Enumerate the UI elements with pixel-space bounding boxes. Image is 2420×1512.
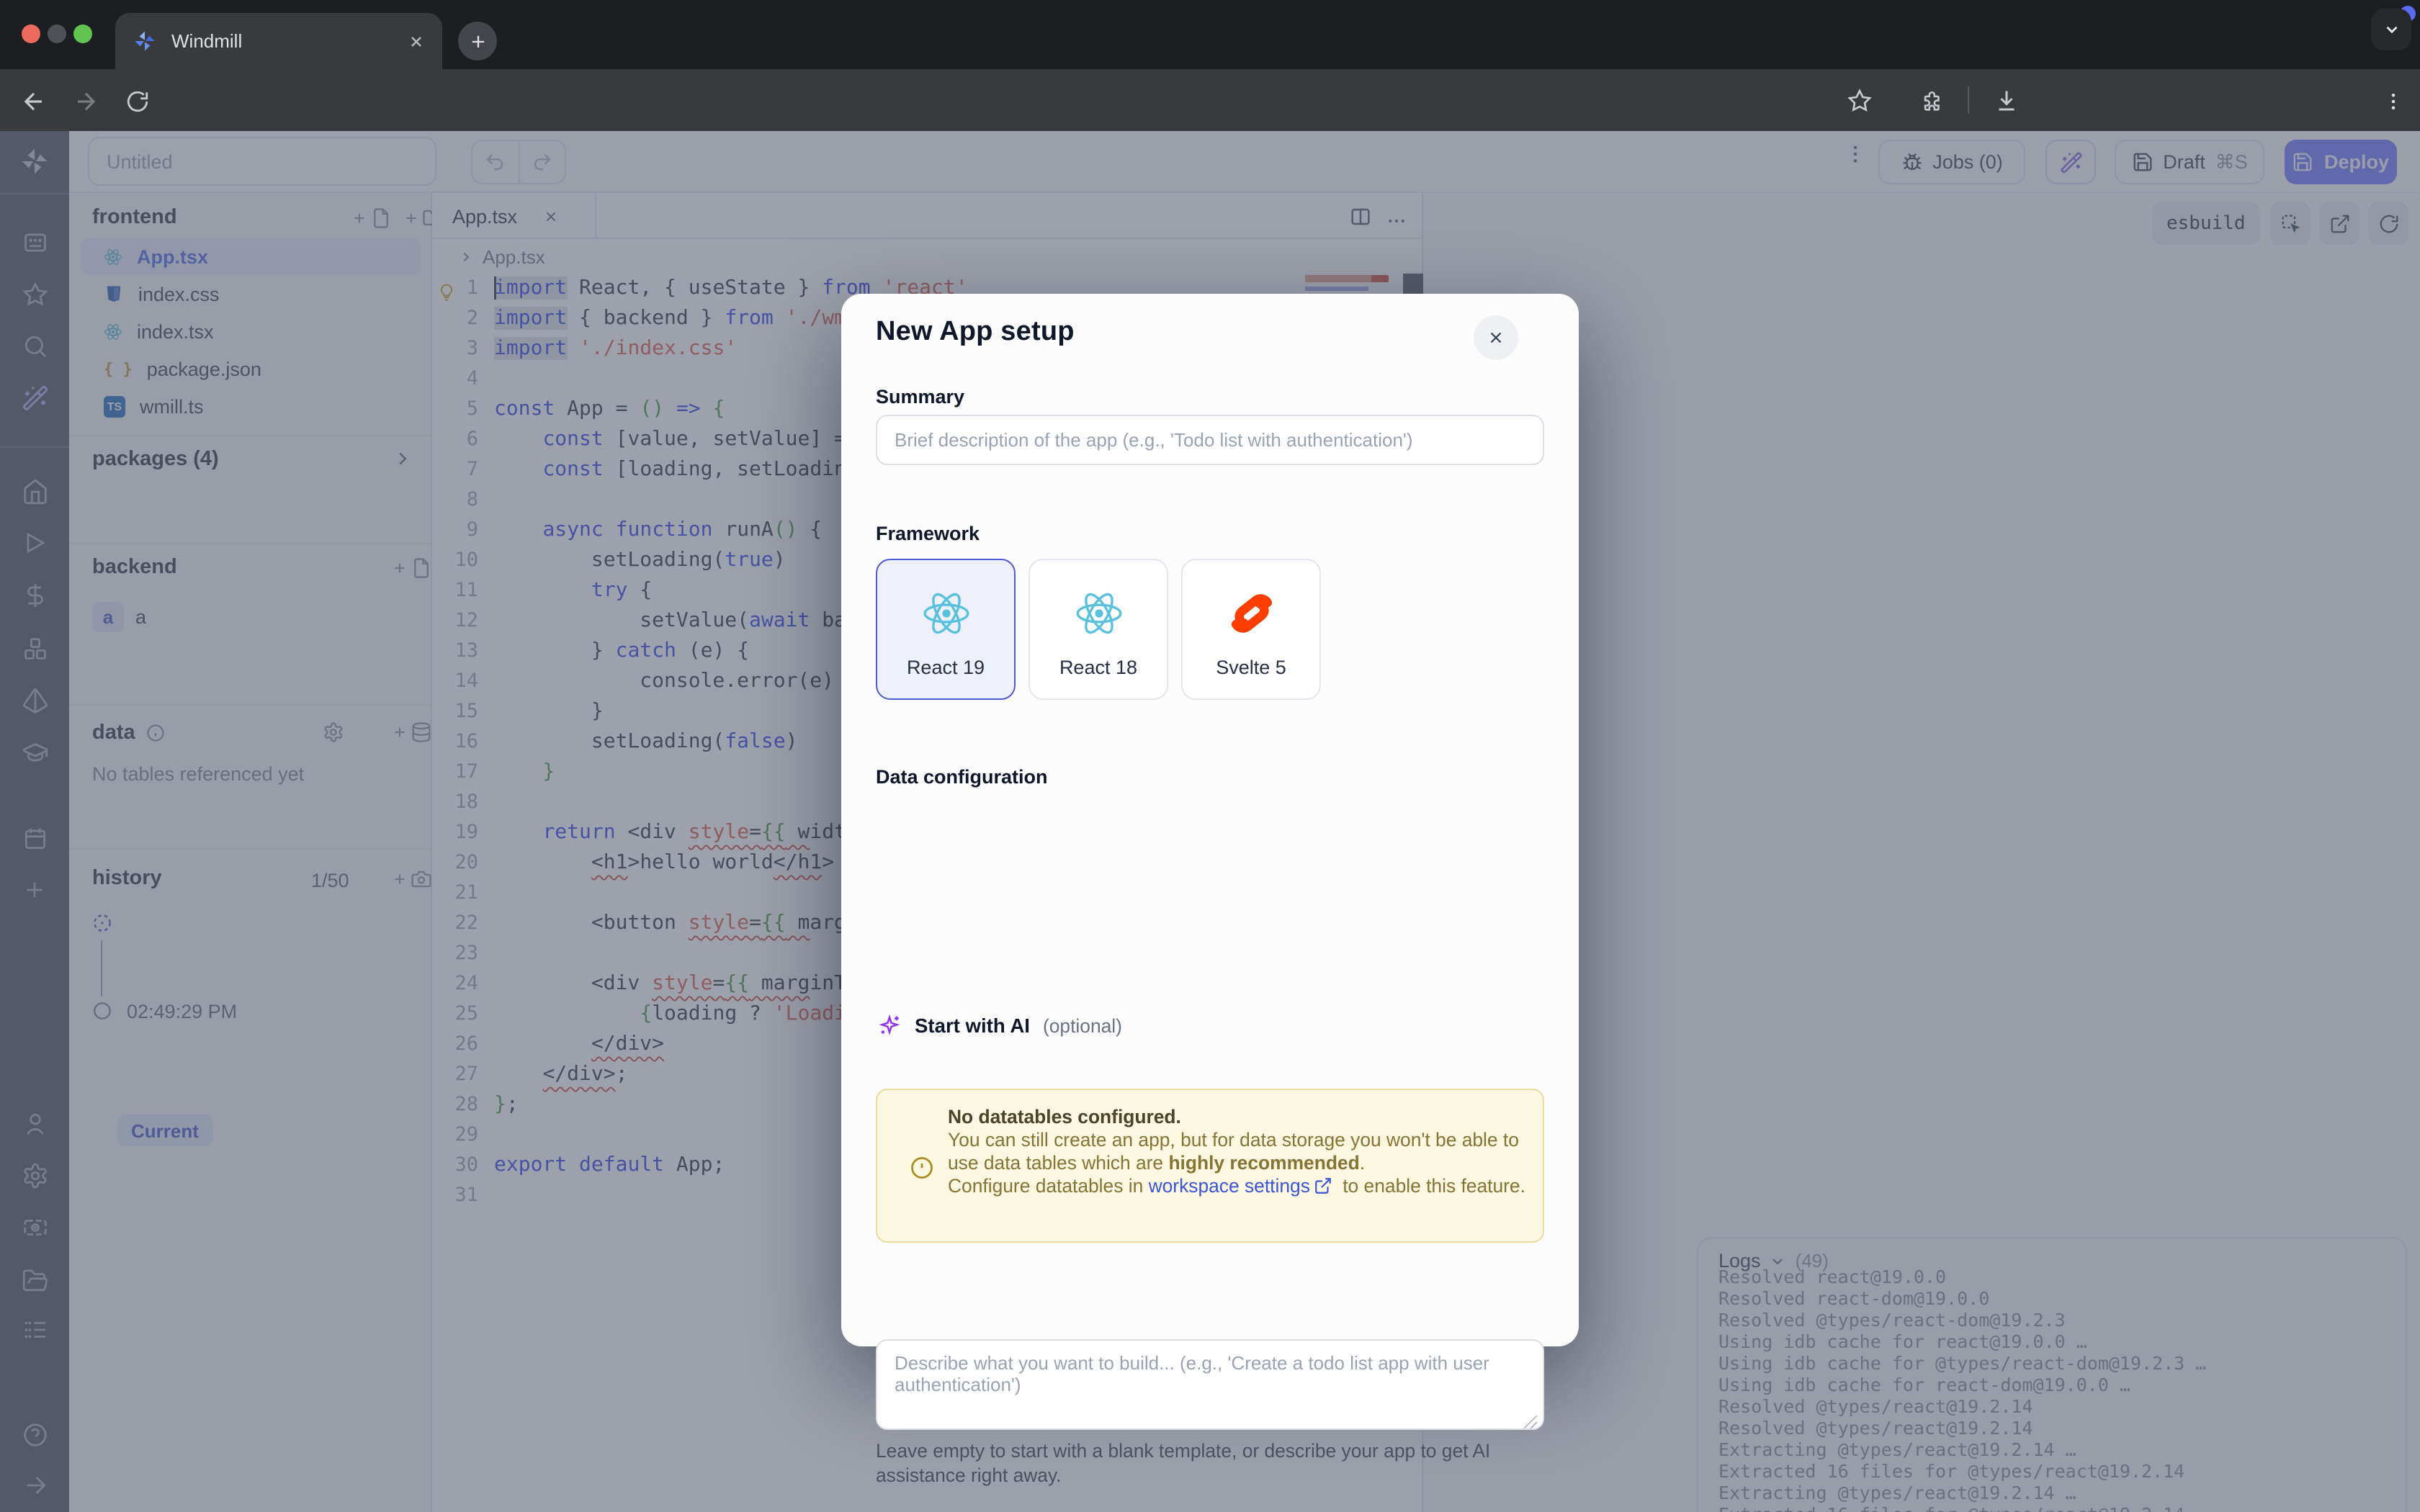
tab-title: Windmill xyxy=(171,30,408,52)
data-configuration-label: Data configuration xyxy=(876,766,1048,788)
new-tab-button[interactable] xyxy=(458,22,497,60)
sparkles-icon xyxy=(877,1014,902,1038)
download-icon xyxy=(1994,88,2020,114)
framework-card-label: Svelte 5 xyxy=(1183,657,1319,678)
framework-card-react-19[interactable]: React 19 xyxy=(876,559,1016,700)
plus-icon xyxy=(467,31,488,51)
downloads-button[interactable] xyxy=(1988,82,2025,120)
warning-line-3: Configure datatables in workspace settin… xyxy=(948,1175,1525,1197)
framework-label: Framework xyxy=(876,523,980,544)
kebab-menu-icon xyxy=(2382,90,2403,112)
reload-icon xyxy=(125,89,149,113)
summary-input[interactable] xyxy=(876,415,1544,465)
toolbar-divider xyxy=(1968,86,1969,114)
forward-button[interactable] xyxy=(66,82,104,120)
circle-alert-icon xyxy=(909,1155,935,1181)
bookmark-button[interactable] xyxy=(1841,82,1878,120)
screen: Windmill xyxy=(0,0,2420,1512)
browser-toolbar: app.windmill.dev/apps_raw/add?nodraft=tr… xyxy=(0,69,2420,131)
arrow-left-icon xyxy=(19,87,47,114)
back-button[interactable] xyxy=(14,82,52,120)
framework-card-label: React 19 xyxy=(877,657,1014,678)
react-logo-icon xyxy=(1030,589,1167,638)
ai-optional-label: (optional) xyxy=(1043,1015,1122,1037)
ai-section-header: Start with AI (optional) xyxy=(877,1014,1122,1038)
ai-label: Start with AI xyxy=(915,1015,1030,1037)
chevron-down-icon xyxy=(2382,20,2401,39)
external-link-icon[interactable] xyxy=(1314,1176,1333,1195)
framework-card-label: React 18 xyxy=(1030,657,1167,678)
workspace-settings-link[interactable]: workspace settings xyxy=(1149,1175,1310,1197)
extensions-puzzle-icon xyxy=(1919,89,1944,113)
browser-tab[interactable]: Windmill xyxy=(115,13,442,69)
datatables-warning: No datatables configured. You can still … xyxy=(876,1089,1544,1243)
reload-button[interactable] xyxy=(118,82,156,120)
windmill-favicon xyxy=(133,29,157,53)
ai-prompt-textarea[interactable] xyxy=(876,1339,1544,1430)
browser-menu-button[interactable] xyxy=(2374,82,2411,120)
close-icon xyxy=(1487,328,1505,347)
window-close-button[interactable] xyxy=(22,24,40,43)
framework-card-svelte-5[interactable]: Svelte 5 xyxy=(1181,559,1321,700)
warning-title: No datatables configured. xyxy=(948,1106,1181,1128)
svelte-logo-icon xyxy=(1183,589,1319,638)
ai-helper-text: Leave empty to start with a blank templa… xyxy=(876,1440,1534,1488)
window-zoom-button[interactable] xyxy=(73,24,92,43)
resize-grip[interactable] xyxy=(1524,1416,1537,1428)
star-icon xyxy=(1847,88,1873,114)
tab-close-icon[interactable] xyxy=(408,32,425,50)
modal-close-button[interactable] xyxy=(1474,315,1518,360)
extensions-button[interactable] xyxy=(1913,82,1950,120)
browser-tab-strip: Windmill xyxy=(0,0,2420,69)
warning-line-2: use data tables which are highly recomme… xyxy=(948,1152,1365,1174)
arrow-right-icon xyxy=(71,87,99,114)
tab-search-button[interactable] xyxy=(2371,9,2411,50)
window-minimize-button[interactable] xyxy=(48,24,66,43)
summary-label: Summary xyxy=(876,386,964,408)
react-logo-icon xyxy=(877,589,1014,638)
warning-line-1: You can still create an app, but for dat… xyxy=(948,1129,1519,1151)
modal-title: New App setup xyxy=(876,317,1075,348)
framework-card-react-18[interactable]: React 18 xyxy=(1028,559,1168,700)
new-app-setup-modal: New App setup Summary Framework React 19… xyxy=(841,294,1579,1346)
